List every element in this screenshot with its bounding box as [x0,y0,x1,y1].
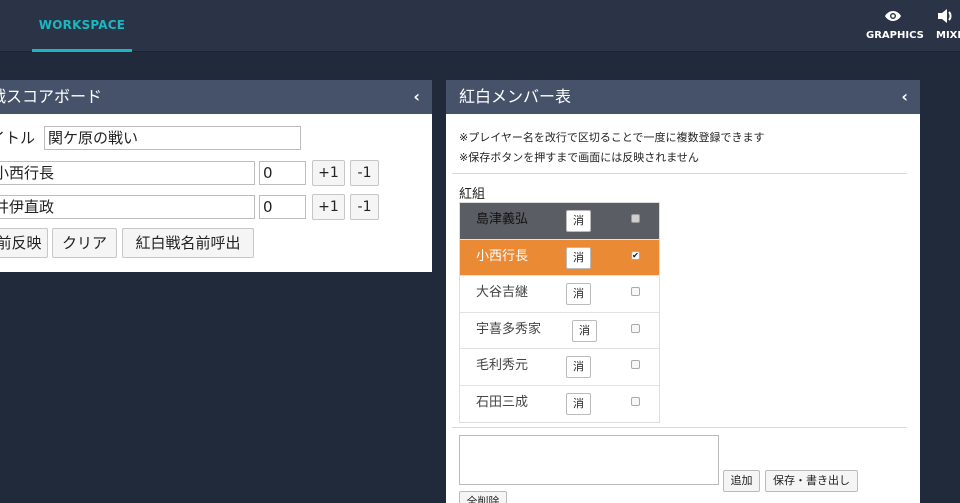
collapse-chevron-icon[interactable]: ‹ [901,80,908,114]
member-list-panel: 紅白メンバー表 ‹ ※プレイヤー名を改行で区切ることで一度に複数登録できます ※… [446,80,920,503]
member-row[interactable]: 島津義弘 消 [460,203,659,240]
member-name: 毛利秀元 [476,358,529,373]
eye-icon [866,8,920,28]
team2-name-input[interactable]: 井伊直政 [0,195,255,219]
member-panel-title: 紅白メンバー表 [459,87,572,106]
member-row[interactable]: 毛利秀元 消 [460,349,659,386]
delete-member-button[interactable]: 消 [566,283,591,305]
title-input[interactable]: 関ケ原の戦い [44,126,301,150]
member-name: 小西行長 [476,248,529,264]
member-row[interactable]: 大谷吉継 消 [460,276,659,313]
load-names-button[interactable]: 紅白戦名前呼出 [122,228,254,258]
team1-minus-button[interactable]: -1 [350,160,379,186]
instruction-note-2: ※保存ボタンを押すまで画面には反映されません [459,151,699,164]
member-row[interactable]: 石田三成 消 [460,385,659,422]
member-checkbox[interactable] [631,287,640,296]
reflect-button[interactable]: 前反映 [0,228,48,258]
member-panel-header[interactable]: 紅白メンバー表 ‹ [446,80,920,114]
red-group-label: 紅組 [459,187,486,202]
divider [452,173,907,174]
delete-member-button[interactable]: 消 [572,319,597,342]
member-name: 大谷吉継 [476,285,529,300]
speaker-icon [936,8,960,28]
instructions: ※プレイヤー名を改行で区切ることで一度に複数登録できます ※保存ボタンを押すまで… [459,128,765,168]
member-row[interactable]: 宇喜多秀家 消 [460,312,659,349]
member-table: 島津義弘 消 小西行長 消 ✔ 大谷吉継 消 宇喜多秀家 消 毛利秀元 消 石田… [459,202,660,423]
delete-member-button[interactable]: 消 [566,210,591,232]
team1-score-input[interactable]: 0 [259,161,306,185]
divider [452,427,907,428]
member-checkbox[interactable] [631,360,640,369]
tab-active-indicator [32,49,132,52]
graphics-label: GRAPHICS [866,30,924,41]
collapse-chevron-icon[interactable]: ‹ [413,80,420,114]
clear-button[interactable]: クリア [52,228,117,258]
scoreboard-panel: 戦スコアボード ‹ イトル 関ケ原の戦い 小西行長 0 +1 -1 井伊直政 0… [0,80,432,272]
mixer-button[interactable]: MIXER [936,8,960,41]
member-row[interactable]: 小西行長 消 ✔ [460,239,659,276]
tab-workspace-label: WORKSPACE [38,18,126,32]
member-checkbox[interactable] [631,396,640,406]
delete-member-button[interactable]: 消 [566,356,591,378]
mixer-label: MIXER [936,30,960,41]
instruction-note-1: ※プレイヤー名を改行で区切ることで一度に複数登録できます [459,131,765,144]
team2-minus-button[interactable]: -1 [350,194,379,220]
team1-plus-button[interactable]: +1 [312,160,345,186]
member-checkbox[interactable] [631,323,640,333]
delete-member-button[interactable]: 消 [566,392,591,415]
clear-all-button[interactable]: 全削除 [459,491,507,503]
member-checkbox-checked[interactable]: ✔ [631,250,640,260]
team1-name-input[interactable]: 小西行長 [0,161,255,185]
scoreboard-panel-title: 戦スコアボード [0,87,103,106]
member-name: 石田三成 [476,394,529,410]
member-name: 島津義弘 [476,212,529,227]
title-label: イトル [0,129,36,147]
scoreboard-panel-header[interactable]: 戦スコアボード ‹ [0,80,432,114]
graphics-button[interactable]: GRAPHICS [866,8,924,41]
member-checkbox[interactable] [631,214,640,223]
team2-score-input[interactable]: 0 [259,195,306,219]
top-bar: WORKSPACE GRAPHICS MIXER [0,0,960,52]
member-name: 宇喜多秀家 [476,321,542,337]
delete-member-button[interactable]: 消 [566,246,591,269]
add-button[interactable]: 追加 [723,470,760,492]
save-export-button[interactable]: 保存・書き出し [765,470,858,492]
team2-plus-button[interactable]: +1 [312,194,345,220]
tab-workspace[interactable]: WORKSPACE [32,0,132,52]
member-names-textarea[interactable] [459,435,719,485]
